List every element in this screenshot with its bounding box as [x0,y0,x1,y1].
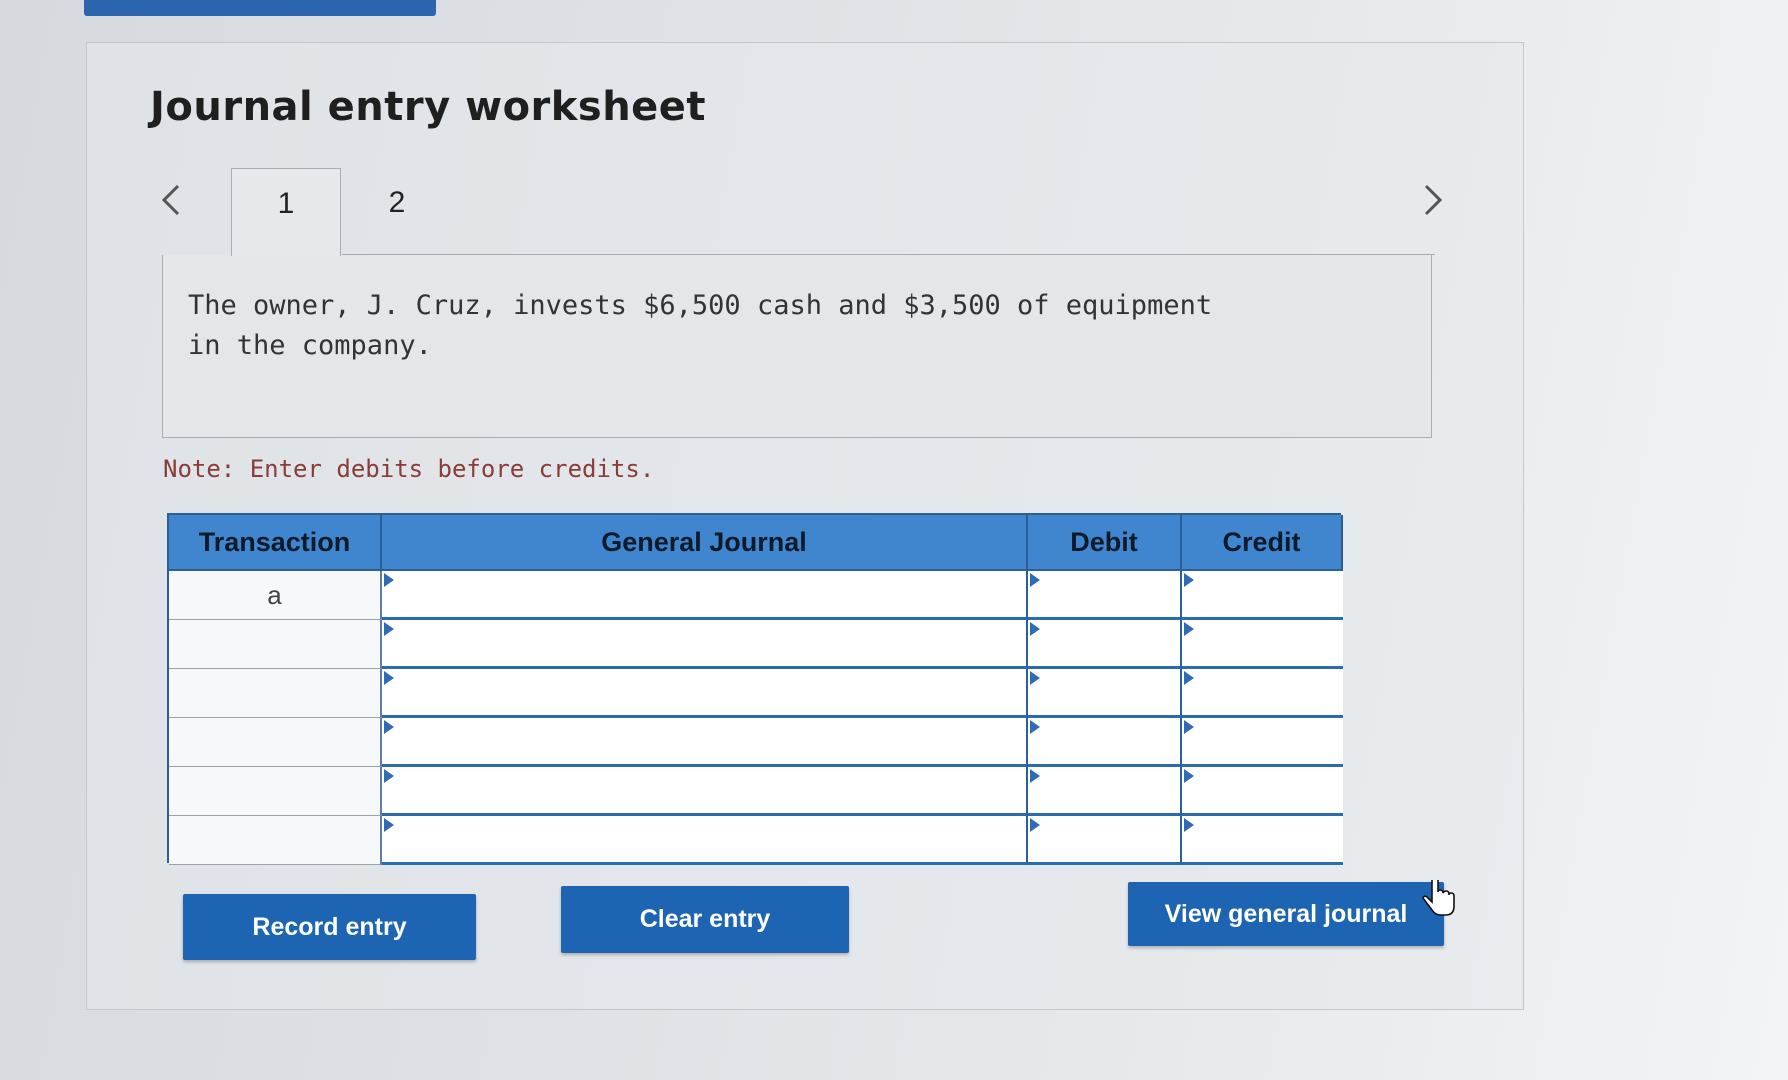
debit-input[interactable] [1028,620,1182,669]
top-bar-accent [84,0,436,16]
cell-marker-icon [1184,622,1194,636]
cell-marker-icon [1030,720,1040,734]
cell-marker-icon [1184,720,1194,734]
previous-arrow-icon[interactable] [152,180,192,220]
transaction-cell [169,669,382,718]
header-debit: Debit [1028,515,1182,571]
account-input[interactable] [382,571,1028,620]
account-input[interactable] [382,767,1028,816]
account-input[interactable] [382,816,1028,865]
transaction-cell [169,718,382,767]
tab-2[interactable]: 2 [342,168,452,256]
cell-marker-icon [1184,769,1194,783]
header-transaction: Transaction [169,515,382,571]
page-title: Journal entry worksheet [150,84,707,130]
transaction-cell: a [169,571,382,620]
cell-marker-icon [384,720,394,734]
cell-marker-icon [384,671,394,685]
tab-1[interactable]: 1 [231,168,341,256]
cell-marker-icon [384,573,394,587]
cell-marker-icon [1030,769,1040,783]
header-credit: Credit [1182,515,1343,571]
credit-input[interactable] [1182,669,1343,718]
question-text: The owner, J. Cruz, invests $6,500 cash … [188,290,1213,361]
credit-input[interactable] [1182,571,1343,620]
credit-input[interactable] [1182,816,1343,865]
cell-marker-icon [1184,573,1194,587]
cell-marker-icon [384,818,394,832]
view-general-journal-button[interactable]: View general journal [1128,882,1444,946]
record-entry-button[interactable]: Record entry [183,894,476,960]
debit-input[interactable] [1028,816,1182,865]
journal-table: Transaction General Journal Debit Credit… [167,513,1343,865]
cell-marker-icon [1030,622,1040,636]
cell-marker-icon [1184,818,1194,832]
credit-input[interactable] [1182,620,1343,669]
debit-input[interactable] [1028,669,1182,718]
cell-marker-icon [1184,671,1194,685]
account-input[interactable] [382,718,1028,767]
header-general-journal: General Journal [382,515,1028,571]
note-text: Note: Enter debits before credits. [163,455,655,483]
account-input[interactable] [382,620,1028,669]
debit-input[interactable] [1028,767,1182,816]
credit-input[interactable] [1182,767,1343,816]
cell-marker-icon [1030,818,1040,832]
transaction-cell [169,816,382,865]
hand-cursor-icon [1422,876,1458,920]
next-arrow-icon[interactable] [1412,180,1452,220]
cell-marker-icon [1030,573,1040,587]
debit-input[interactable] [1028,571,1182,620]
credit-input[interactable] [1182,718,1343,767]
debit-input[interactable] [1028,718,1182,767]
clear-entry-button[interactable]: Clear entry [561,886,849,953]
account-input[interactable] [382,669,1028,718]
transaction-cell [169,767,382,816]
cell-marker-icon [384,769,394,783]
cell-marker-icon [384,622,394,636]
transaction-cell [169,620,382,669]
cell-marker-icon [1030,671,1040,685]
